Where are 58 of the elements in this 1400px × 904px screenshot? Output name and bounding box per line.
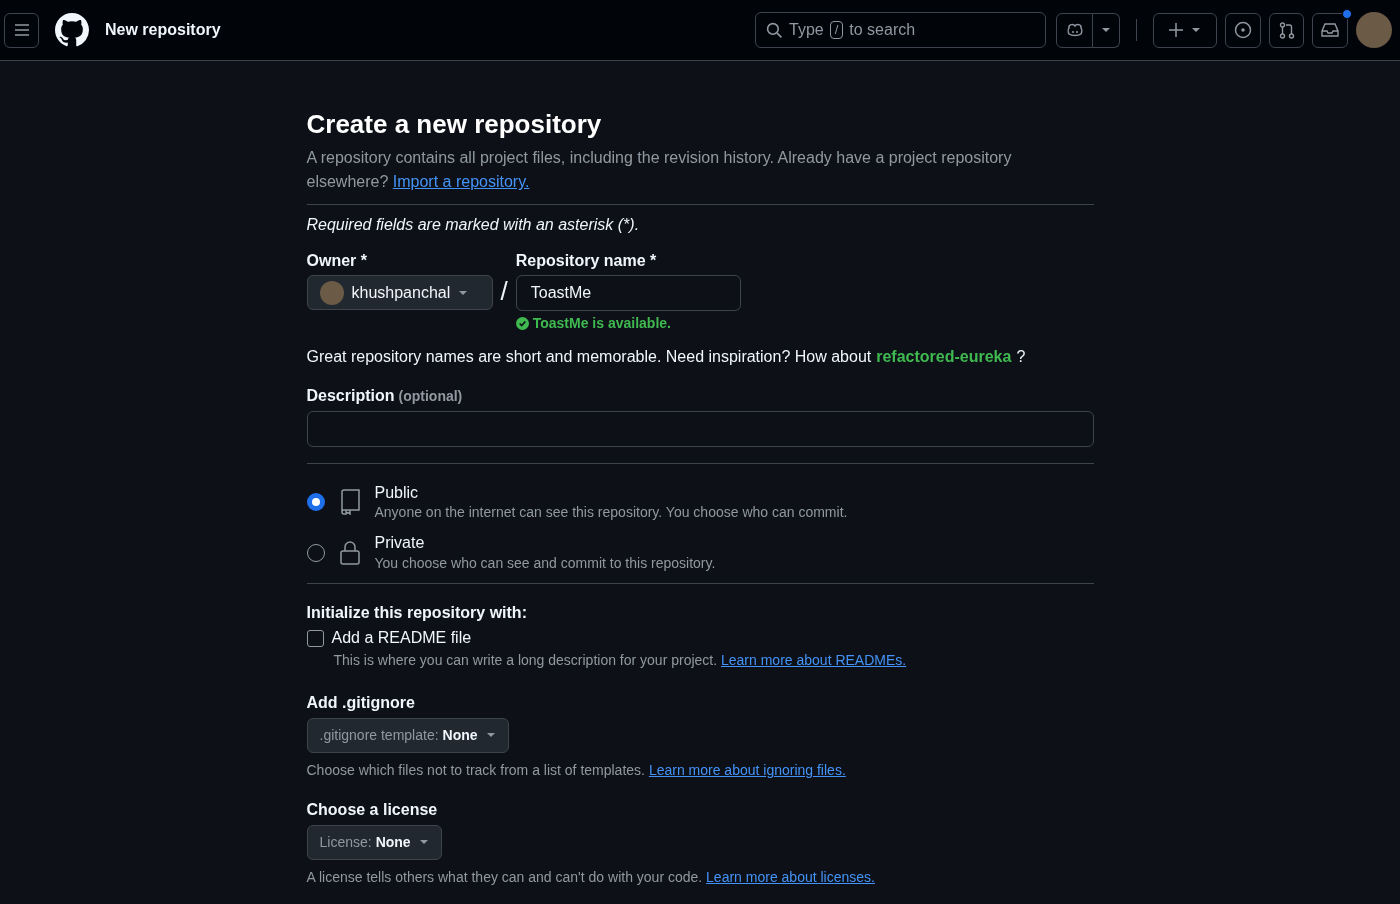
suggestion-text: Great repository names are short and memorable. Need inspiration? How about bbox=[306, 347, 872, 368]
octocat-logo-icon[interactable] bbox=[55, 13, 89, 47]
section-heading: Add .gitignore bbox=[306, 692, 416, 713]
import-repository-link[interactable]: Import a repository. bbox=[392, 173, 530, 191]
readme-label: Add a README file bbox=[331, 628, 472, 649]
repository-name-label: Repository name * bbox=[515, 250, 658, 271]
menu-button[interactable] bbox=[4, 12, 39, 48]
owner-select[interactable]: khushpanchal bbox=[306, 275, 493, 311]
copilot-button[interactable] bbox=[1056, 12, 1093, 48]
intro-text: A repository contains all project files, including the revision history. Already have a project repository elsewhere? Import a repository. bbox=[306, 148, 1013, 193]
issues-button[interactable] bbox=[1225, 12, 1261, 48]
section-heading: Choose a license bbox=[306, 800, 439, 821]
description-field[interactable] bbox=[306, 410, 1094, 447]
availability-message: ToastMe is available. bbox=[515, 314, 741, 334]
page-title: New repository bbox=[105, 20, 221, 41]
owner-label: Owner * bbox=[306, 250, 368, 271]
book-icon bbox=[338, 489, 361, 516]
avatar[interactable] bbox=[1356, 12, 1392, 48]
caret-icon bbox=[485, 732, 496, 738]
help-text: A license tells others what they can and can't do with your code. Learn more about licenses. bbox=[306, 868, 876, 887]
page-heading: Create a new repository bbox=[306, 109, 603, 141]
readmes-link[interactable]: Learn more about READMEs. bbox=[721, 652, 907, 668]
repository-name-field[interactable]: ToastMe bbox=[515, 275, 741, 312]
caret-icon bbox=[1191, 27, 1201, 33]
initialize-heading: Initialize this repository with: bbox=[306, 602, 528, 623]
search-field[interactable]: Type / to search bbox=[755, 12, 1046, 48]
question-mark: ? bbox=[1016, 347, 1026, 368]
inbox-icon bbox=[1321, 22, 1339, 38]
issue-icon bbox=[1234, 21, 1252, 39]
visibility-option-title: Private bbox=[374, 533, 426, 554]
pull-requests-button[interactable] bbox=[1269, 12, 1304, 48]
separator-slash: / bbox=[500, 274, 508, 308]
caret-icon bbox=[1101, 27, 1111, 33]
learn-more-link[interactable]: Learn more about ignoring files. bbox=[648, 761, 846, 778]
visibility-option-title: Public bbox=[374, 482, 420, 503]
required-fields-note: Required fields are marked with an asterisk (*). bbox=[306, 215, 641, 236]
menu-icon bbox=[13, 22, 30, 38]
pull-request-icon bbox=[1278, 21, 1295, 39]
description-label: Description (optional) bbox=[306, 386, 464, 407]
suggested-name-button[interactable]: refactored-eureka bbox=[876, 345, 1012, 370]
plus-icon bbox=[1169, 23, 1183, 37]
owner-avatar bbox=[319, 280, 344, 305]
learn-more-link[interactable]: Learn more about licenses. bbox=[706, 869, 875, 885]
template-select[interactable]: .gitignore template: None bbox=[306, 717, 509, 753]
visibility-option-description: You choose who can see and commit to this repository. bbox=[374, 553, 716, 573]
help-text: Choose which files not to track from a list of templates. Learn more about ignoring files. bbox=[306, 760, 847, 780]
create-new-button[interactable] bbox=[1153, 12, 1217, 48]
readme-checkbox[interactable] bbox=[306, 629, 324, 647]
search-icon bbox=[766, 21, 783, 39]
caret-icon bbox=[418, 839, 429, 846]
copilot-icon bbox=[1065, 22, 1084, 38]
radio-button[interactable] bbox=[306, 493, 325, 512]
readme-help-text: This is where you can write a long description for your project. Learn more about READMEs. bbox=[333, 651, 908, 670]
lock-icon bbox=[338, 539, 361, 566]
visibility-option-description: Anyone on the internet can see this repository. You choose who can commit. bbox=[374, 503, 848, 523]
caret-icon bbox=[458, 289, 469, 296]
check-circle-icon bbox=[515, 317, 529, 331]
template-select[interactable]: License: None bbox=[306, 825, 442, 860]
